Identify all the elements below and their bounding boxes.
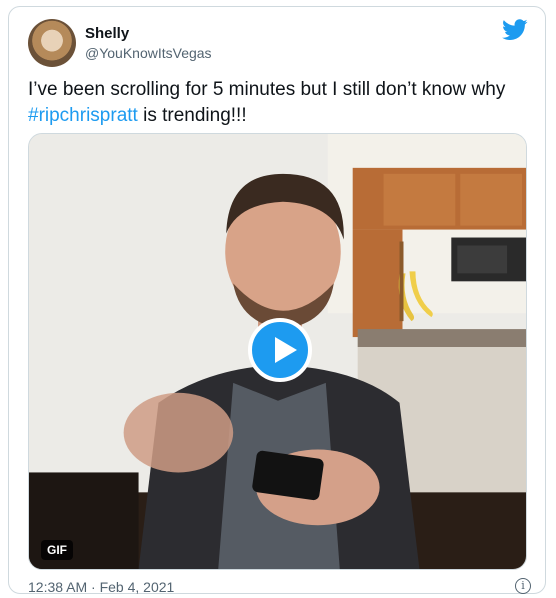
info-icon[interactable]: i [515, 578, 531, 594]
author-name[interactable]: Shelly [85, 25, 129, 42]
play-button[interactable] [248, 318, 312, 382]
gif-badge: GIF [41, 540, 73, 560]
author-handle[interactable]: @YouKnowItsVegas [85, 45, 212, 61]
tweet-text-after: is trending!!! [137, 105, 247, 126]
avatar[interactable] [28, 19, 76, 67]
tweet-text-before: I’ve been scrolling for 5 minutes but I … [28, 79, 506, 100]
tweet-text: I’ve been scrolling for 5 minutes but I … [28, 77, 528, 129]
gif-media[interactable]: GIF [28, 133, 527, 570]
tweet-timestamp[interactable]: 12:38 AM · Feb 4, 2021 [28, 579, 174, 595]
tweet-card[interactable]: Shelly @YouKnowItsVegas I’ve been scroll… [8, 6, 546, 595]
twitter-bird-icon[interactable] [502, 19, 528, 41]
hashtag-link[interactable]: #ripchrispratt [28, 105, 138, 126]
